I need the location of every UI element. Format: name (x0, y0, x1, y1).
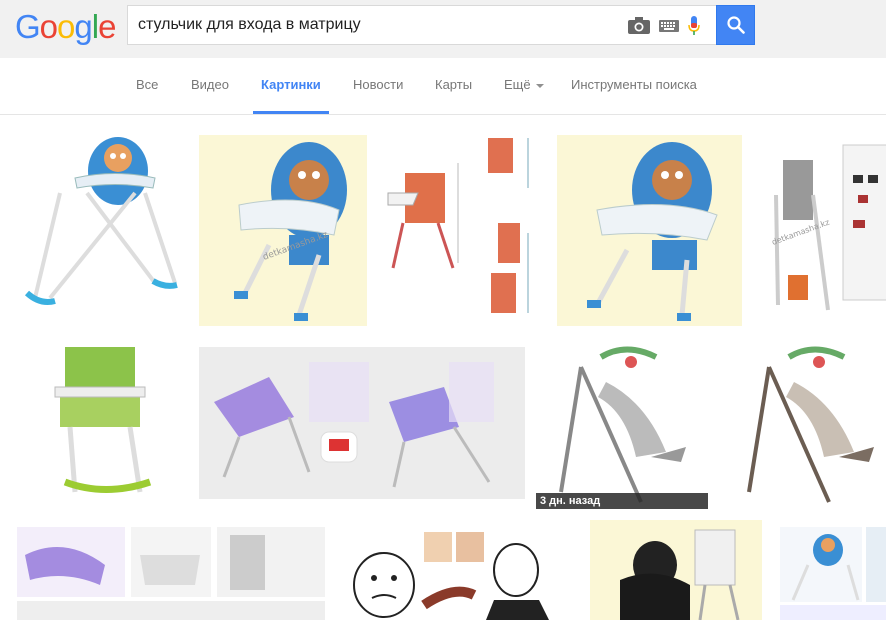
meme-image (353, 532, 549, 620)
high-chair-image: detkamasha.kz (771, 144, 886, 311)
high-chair-collage-image (17, 527, 325, 620)
logo-letter: o (57, 8, 75, 45)
high-chair-diagram-image (387, 138, 529, 313)
logo-letter: o (39, 8, 58, 45)
search-tabs: Все Видео Картинки Новости Карты Ещё Инс… (0, 58, 886, 115)
logo-letter: G (15, 8, 41, 45)
chevron-down-icon (535, 83, 544, 88)
image-result[interactable] (383, 133, 541, 329)
date-badge: 3 дн. назад (536, 493, 708, 509)
search-button[interactable] (716, 5, 755, 45)
tab-more-label: Ещё (504, 77, 531, 92)
image-result[interactable] (15, 133, 183, 314)
top-bar: Google (0, 0, 886, 58)
keyboard-icon[interactable] (659, 20, 679, 32)
camera-icon[interactable] (628, 17, 650, 34)
image-result[interactable] (724, 342, 886, 509)
baby-swing-image (559, 346, 686, 503)
search-tools-button[interactable]: Инструменты поиска (571, 77, 697, 92)
high-chair-collage-image (780, 527, 886, 620)
search-box (127, 5, 716, 45)
logo-letter: e (98, 8, 116, 45)
high-chair-collage-image (214, 362, 494, 488)
image-result[interactable] (778, 525, 886, 620)
image-result[interactable]: detkamasha.kz (199, 135, 367, 326)
image-result[interactable]: detkamasha.kz (758, 135, 886, 326)
tab-all[interactable]: Все (136, 77, 158, 92)
high-chair-image (54, 347, 152, 493)
image-result[interactable] (590, 520, 762, 620)
high-chair-image (587, 142, 718, 321)
image-result[interactable] (15, 525, 328, 620)
image-result[interactable] (199, 347, 525, 499)
tab-more[interactable]: Ещё (504, 77, 544, 92)
high-chair-image: detkamasha.kz (234, 142, 347, 321)
image-result[interactable] (536, 342, 708, 509)
tab-video[interactable]: Видео (191, 77, 229, 92)
logo-letter: g (74, 8, 92, 45)
high-chair-image (24, 137, 178, 305)
google-logo[interactable]: Google (15, 8, 116, 46)
search-icon (727, 16, 745, 34)
image-result[interactable] (344, 530, 562, 620)
image-result[interactable] (557, 135, 742, 326)
image-result[interactable] (15, 342, 183, 505)
tab-maps[interactable]: Карты (435, 77, 472, 92)
tab-images[interactable]: Картинки (261, 77, 321, 92)
active-tab-indicator (253, 111, 329, 114)
tab-news[interactable]: Новости (353, 77, 403, 92)
watermark-text: detkamasha.kz (771, 218, 831, 247)
microphone-icon[interactable] (688, 16, 700, 36)
person-with-chair-image (620, 529, 740, 620)
search-input[interactable] (138, 6, 618, 44)
baby-swing-image (747, 346, 874, 503)
